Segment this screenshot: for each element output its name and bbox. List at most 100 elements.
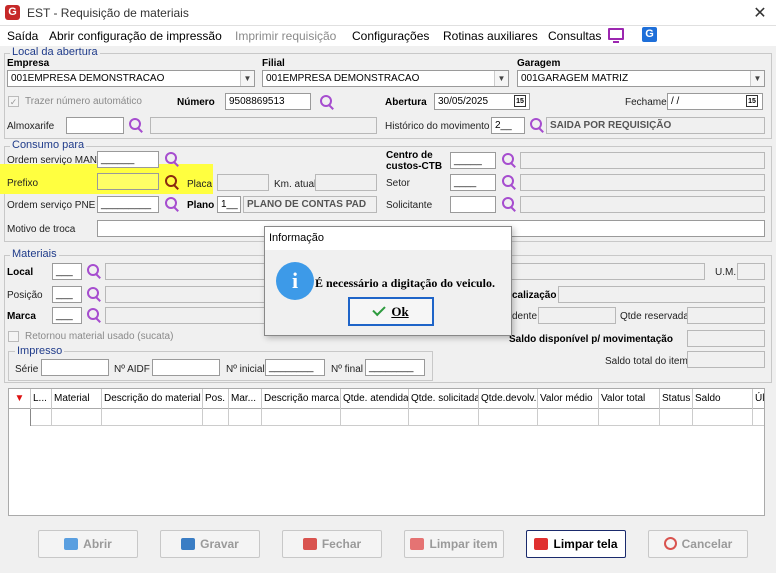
solicitante-field[interactable] [450,196,496,213]
calendar-icon[interactable]: 15 [746,95,758,107]
setor-desc [520,174,765,191]
eraser-icon [410,538,425,550]
search-icon[interactable] [87,308,101,322]
serie-field[interactable] [41,359,109,376]
qtde-reservada-field [687,307,765,324]
menu-rotinas-auxiliares[interactable]: Rotinas auxiliares [443,29,538,43]
table-cell [229,409,262,426]
empresa-label: Empresa [7,58,50,69]
aidf-field[interactable] [152,359,220,376]
column-header[interactable]: Status [660,389,693,409]
table-row[interactable] [9,409,764,426]
column-header[interactable]: L... [31,389,52,409]
abrir-button[interactable]: Abrir [38,530,138,558]
consumo-title: Consumo para [10,139,87,151]
title-bar: G EST - Requisição de materiais ✕ [0,0,776,26]
ok-button[interactable]: Ok [348,297,434,326]
inicial-field[interactable]: ________ [265,359,325,376]
setor-field[interactable]: ____ [450,174,496,191]
inicial-label: Nº inicial [226,364,265,375]
search-icon[interactable] [165,152,179,166]
historico-code-field[interactable]: 2__ [491,117,525,134]
column-header[interactable]: Descrição marca [262,389,341,409]
menu-consultas[interactable]: Consultas [548,29,601,43]
column-header[interactable]: Qtde. atendida [341,389,409,409]
final-field[interactable]: ________ [365,359,425,376]
search-icon[interactable] [502,197,516,211]
column-header[interactable]: Pos. [203,389,229,409]
retornou-checkbox[interactable] [8,331,19,342]
trazer-numero-checkbox[interactable]: ✓ [8,96,19,107]
filial-select[interactable]: 001EMPRESA DEMONSTRACAO [262,70,509,87]
chevron-down-icon[interactable]: ▼ [494,71,508,86]
column-header[interactable]: Descrição do material [102,389,203,409]
local-field[interactable]: ___ [52,263,82,280]
centro-custos-field[interactable]: _____ [450,152,496,169]
marca-field[interactable]: ___ [52,307,82,324]
garagem-select[interactable]: 001GARAGEM MATRIZ [517,70,765,87]
retornou-label: Retornou material usado (sucata) [25,331,174,342]
menu-saida[interactable]: Saída [7,29,38,43]
menu-bar: Saída Abrir configuração de impressão Im… [0,26,776,46]
limpar-item-label: Limpar item [429,537,498,551]
prefixo-field[interactable] [97,173,159,190]
fechar-button[interactable]: Fechar [282,530,382,558]
g-logo-icon[interactable]: G [642,27,657,42]
almoxarife-field[interactable] [66,117,124,134]
search-icon[interactable] [129,118,143,132]
placa-field [217,174,269,191]
monitor-icon[interactable] [608,28,624,43]
plano-code-field[interactable]: 1__ [217,196,241,213]
saldo-disponivel-field [687,330,765,347]
search-icon[interactable] [87,264,101,278]
empresa-select[interactable]: 001EMPRESA DEMONSTRACAO [7,70,255,87]
calendar-icon[interactable]: 15 [514,95,526,107]
search-icon[interactable] [530,118,544,132]
column-header[interactable]: Valor médio [538,389,599,409]
close-icon[interactable]: ✕ [750,3,770,23]
cancelar-button[interactable]: Cancelar [648,530,748,558]
aidf-label: Nº AIDF [114,364,150,375]
search-icon[interactable] [87,287,101,301]
materials-table[interactable]: ▼ L... Material Descrição do material Po… [8,388,765,516]
inicial-value: ________ [269,362,314,373]
numero-field[interactable]: 9508869513 [225,93,311,110]
column-header[interactable]: Qtde.devolv. [479,389,538,409]
pendente-field [538,307,616,324]
os-man-field[interactable]: ______ [97,151,159,168]
abrir-label: Abrir [83,537,112,551]
column-header[interactable]: Saldo [693,389,753,409]
search-icon[interactable] [165,197,179,211]
menu-configuracoes[interactable]: Configurações [352,29,429,43]
menu-imprimir-requisicao[interactable]: Imprimir requisição [235,29,336,43]
limpar-item-button[interactable]: Limpar item [404,530,504,558]
sort-icon[interactable]: ▼ [9,389,31,409]
column-header[interactable]: Valor total [599,389,660,409]
fechar-label: Fechar [321,537,362,551]
centro-custos-value: _____ [454,155,482,166]
posicao-field[interactable]: ___ [52,286,82,303]
dialog-title: Informação [265,227,511,250]
column-header[interactable]: Mar... [229,389,262,409]
marca-label: Marca [7,311,36,322]
column-header[interactable]: Qtde. solicitada [409,389,479,409]
os-man-label: Ordem serviço MAN [7,155,98,166]
limpar-tela-button[interactable]: Limpar tela [526,530,626,558]
menu-abrir-configuracao[interactable]: Abrir configuração de impressão [49,29,222,43]
chevron-down-icon[interactable]: ▼ [750,71,764,86]
table-cell [31,409,52,426]
saldo-disponivel-label: Saldo disponível p/ movimentação [509,334,673,345]
search-icon[interactable] [502,175,516,189]
search-icon[interactable] [320,95,334,109]
search-icon[interactable] [502,153,516,167]
gravar-button[interactable]: Gravar [160,530,260,558]
column-header[interactable]: Úl [753,389,764,409]
plano-label: Plano [187,200,215,211]
filial-label: Filial [262,58,285,69]
chevron-down-icon[interactable]: ▼ [240,71,254,86]
os-pne-field[interactable]: _________ [97,196,159,213]
column-header[interactable]: Material [52,389,102,409]
serie-label: Série [15,364,39,375]
abertura-date-value: 30/05/2025 [438,96,489,107]
search-icon[interactable] [165,175,179,189]
